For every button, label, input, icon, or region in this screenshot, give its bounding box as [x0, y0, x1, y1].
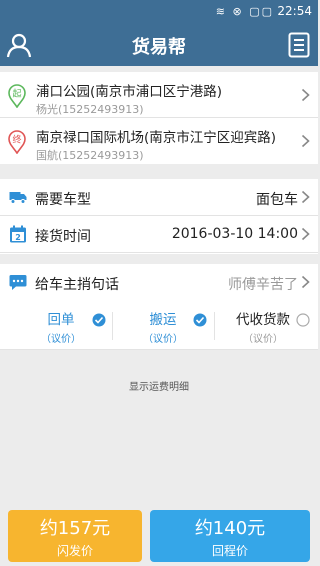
- flash-price-button[interactable]: 约157元 闪发价: [8, 510, 142, 562]
- price-bar: 约157元 闪发价 约140元 回程价: [0, 502, 318, 566]
- carry-option[interactable]: 搬运 （议价）: [134, 308, 192, 345]
- chevron-right-icon: [301, 275, 310, 289]
- cod-note: （议价）: [243, 334, 283, 345]
- chevron-right-icon: [301, 88, 310, 102]
- start-pin-icon: 起: [8, 84, 26, 108]
- pickup-time-value: 2016-03-10 14:00: [171, 226, 298, 242]
- cod-option[interactable]: 代收货款 （议价）: [230, 308, 296, 345]
- pickup-time-row[interactable]: 2 接货时间 2016-03-10 14:00: [0, 216, 318, 253]
- message-value: 师傅辛苦了: [228, 277, 298, 293]
- chevron-right-icon: [301, 134, 310, 148]
- extra-services: 回单 （议价） 搬运 （议价） 代收货款 （议价）: [0, 302, 318, 350]
- pickup-time-label: 接货时间: [35, 229, 91, 245]
- carry-label: 搬运: [149, 312, 177, 328]
- order-list-icon[interactable]: [288, 32, 310, 58]
- flash-price-label: 闪发价: [56, 544, 93, 558]
- start-location-row[interactable]: 起 浦口公园(南京市浦口区宁港路) 杨光(15252493913): [0, 72, 318, 118]
- cod-checkbox[interactable]: [296, 313, 310, 327]
- route-card: 起 浦口公园(南京市浦口区宁港路) 杨光(15252493913) 终 南京禄口…: [0, 72, 318, 164]
- return-receipt-label: 回单: [47, 312, 75, 328]
- carry-checkbox[interactable]: [193, 313, 207, 327]
- return-receipt-option[interactable]: 回单 （议价）: [32, 308, 90, 345]
- flash-price: 约157元: [39, 518, 111, 539]
- return-price: 约140元: [194, 518, 266, 539]
- truck-icon: [9, 192, 27, 204]
- page-title: 货易帮: [132, 37, 186, 58]
- start-location-name: 浦口公园(南京市浦口区宁港路): [36, 84, 223, 100]
- start-pin-label: 起: [12, 89, 21, 100]
- chat-bubble-icon: [9, 275, 27, 290]
- message-label: 给车主捎句话: [35, 277, 119, 293]
- vehicle-type-row[interactable]: 需要车型 面包车: [0, 179, 318, 216]
- carry-note: （议价）: [143, 334, 183, 345]
- end-location-row[interactable]: 终 南京禄口国际机场(南京市江宁区迎宾路) 国航(15252493913): [0, 118, 318, 164]
- return-receipt-checkbox[interactable]: [92, 313, 106, 327]
- divider: [112, 312, 113, 340]
- return-receipt-note: （议价）: [41, 334, 81, 345]
- status-bar: ≋ ⊗ ▢▢ 22:54: [0, 0, 318, 24]
- status-icons: ≋ ⊗ ▢▢: [215, 5, 274, 18]
- divider: [214, 312, 215, 340]
- cod-label: 代收货款: [236, 312, 290, 328]
- return-price-button[interactable]: 约140元 回程价: [150, 510, 310, 562]
- calendar-day: 2: [15, 233, 21, 242]
- return-price-label: 回程价: [211, 544, 248, 558]
- end-location-name: 南京禄口国际机场(南京市江宁区迎宾路): [36, 130, 277, 146]
- end-pin-label: 终: [12, 134, 21, 146]
- end-contact: 国航(15252493913): [36, 149, 144, 162]
- chevron-right-icon: [301, 190, 310, 204]
- calendar-icon: 2: [10, 225, 26, 243]
- start-contact: 杨光(15252493913): [36, 103, 144, 116]
- end-pin-icon: 终: [8, 130, 26, 154]
- vehicle-type-value: 面包车: [256, 192, 298, 208]
- section-divider: [0, 254, 318, 264]
- message-row[interactable]: 给车主捎句话 师傅辛苦了: [0, 264, 318, 302]
- status-time: 22:54: [277, 4, 312, 18]
- show-fee-detail-link[interactable]: 显示运费明细: [0, 378, 318, 393]
- app-header: 货易帮: [0, 24, 318, 66]
- chevron-right-icon: [301, 227, 310, 241]
- vehicle-type-label: 需要车型: [35, 192, 91, 208]
